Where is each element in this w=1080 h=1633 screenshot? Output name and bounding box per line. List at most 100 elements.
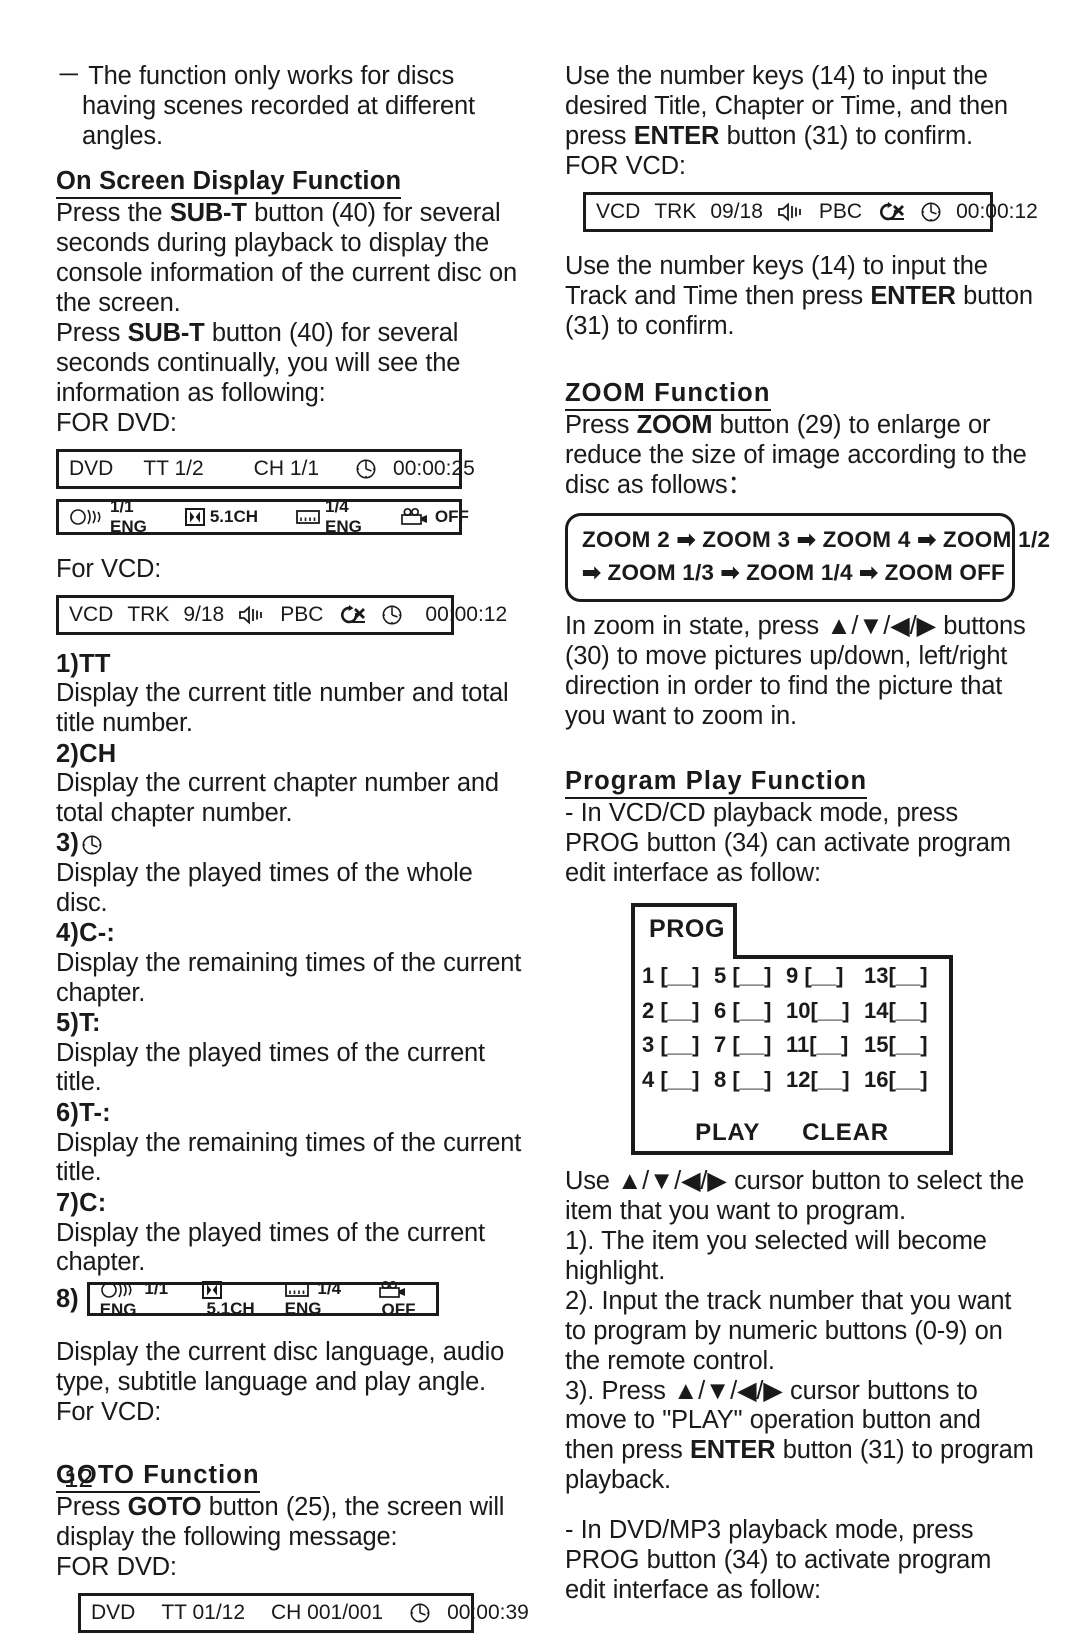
goto-button-ref: GOTO bbox=[127, 1493, 202, 1522]
prog-edit-panel: PROG 1 [__] 5 [__] 9 [__] 13[__] 2 [__] … bbox=[631, 902, 953, 1155]
prog-slot-1[interactable]: 1 [__] bbox=[642, 959, 714, 994]
osd-channels-segment: 5.1CH bbox=[184, 507, 258, 527]
osd-item-2-desc: Display the current chapter number and t… bbox=[56, 768, 499, 827]
osd-item-8-row: 8) 1/1 ENG 5.1CH 1/4 ENG OFF bbox=[56, 1279, 526, 1319]
osd-vcd-disc-type: VCD bbox=[69, 602, 114, 626]
section-heading-program: Program Play Function bbox=[565, 766, 868, 799]
program-paragraph-last: - In DVD/MP3 playback mode, press PROG b… bbox=[565, 1516, 992, 1605]
osd-item-5-desc: Display the played times of the current … bbox=[56, 1038, 485, 1097]
left-column: － The function only works for discs havi… bbox=[56, 62, 529, 1633]
prog-row: 2 [__] 6 [__] 10[__] 14[__] bbox=[631, 994, 953, 1029]
goto-disc-type: DVD bbox=[91, 1601, 136, 1625]
prog-slot-4[interactable]: 4 [__] bbox=[642, 1063, 714, 1098]
page-number: 12 bbox=[64, 1463, 93, 1493]
prog-slot-2[interactable]: 2 [__] bbox=[642, 994, 714, 1029]
section-heading-osd: On Screen Display Function bbox=[56, 166, 402, 199]
dolby-digital-icon bbox=[184, 507, 205, 527]
camera-angle-icon bbox=[378, 1279, 408, 1298]
right-column: Use the number keys (14) to input the de… bbox=[565, 62, 1050, 1606]
vcd2-time: 00:00:12 bbox=[956, 199, 1038, 223]
goto-chapter-field: CH 001/001 bbox=[271, 1601, 384, 1625]
osd-paragraph-1: Press the SUB-T button (40) for several … bbox=[56, 199, 526, 319]
clock-icon bbox=[409, 1602, 431, 1624]
subtitle-icon bbox=[284, 1279, 314, 1298]
prog-slot-10[interactable]: 10[__] bbox=[786, 994, 864, 1029]
for-dvd-label: FOR DVD: bbox=[56, 408, 177, 437]
osd-chapter-field: CH 1/1 bbox=[253, 456, 320, 480]
for-vcd-label: For VCD: bbox=[56, 554, 162, 583]
osd-goto-dvd-box: DVD TT 01/12 CH 001/001 00:00:39 bbox=[78, 1593, 529, 1633]
program-step-3: 3). Press ▲/▼/◀/▶ cursor buttons to move… bbox=[565, 1377, 1035, 1497]
osd-audio-track: 1/1 ENG bbox=[110, 496, 147, 536]
prog-slot-7[interactable]: 7 [__] bbox=[714, 1028, 786, 1063]
prog-slot-grid: 1 [__] 5 [__] 9 [__] 13[__] 2 [__] 6 [__… bbox=[631, 959, 953, 1098]
vcd2-disc-type: VCD bbox=[596, 199, 641, 223]
osd-audio-segment-2: 1/1 ENG bbox=[100, 1279, 173, 1320]
osd-item-7-desc: Display the played times of the current … bbox=[56, 1218, 485, 1277]
osd-item-4-label: 4)C-: bbox=[56, 919, 116, 948]
prog-slot-8[interactable]: 8 [__] bbox=[714, 1063, 786, 1098]
osd-p1-part-a: Press the bbox=[56, 198, 170, 227]
osd-subtitle-track: 1/4 ENG bbox=[325, 496, 362, 536]
osd-dvd-status-box: DVD TT 1/2 CH 1/1 00:00:25 bbox=[56, 448, 475, 489]
zoom-paragraph: Press ZOOM button (29) to enlarge or red… bbox=[565, 411, 1035, 501]
goto-time-field: 00:00:39 bbox=[447, 1601, 529, 1625]
osd-angle-segment-2: OFF bbox=[378, 1279, 426, 1320]
dolby-digital-icon bbox=[202, 1279, 223, 1299]
osd-subtitle-segment-2: 1/4 ENG bbox=[285, 1279, 350, 1319]
clock-icon bbox=[355, 458, 377, 480]
osd-vcd-goto-box: VCD TRK 09/18 PBC 00:00:12 bbox=[583, 191, 1038, 232]
osd-item-7-label: 7)C: bbox=[56, 1189, 107, 1218]
prog-slot-11[interactable]: 11[__] bbox=[786, 1028, 864, 1063]
osd-item-3-label: 3) bbox=[56, 828, 526, 858]
prog-slot-3[interactable]: 3 [__] bbox=[642, 1028, 714, 1063]
prog-slot-12[interactable]: 12[__] bbox=[786, 1063, 864, 1098]
prog-slot-15[interactable]: 15[__] bbox=[864, 1028, 942, 1063]
clock-icon bbox=[79, 829, 103, 857]
prog-row: 4 [__] 8 [__] 12[__] 16[__] bbox=[631, 1063, 953, 1098]
osd-elapsed-time: 00:00:25 bbox=[393, 456, 475, 480]
prog-action-row: PLAY CLEAR bbox=[631, 1119, 953, 1147]
goto-title-field: TT 01/12 bbox=[161, 1601, 246, 1625]
audio-speaker-icon bbox=[100, 1279, 141, 1298]
prog-slot-16[interactable]: 16[__] bbox=[864, 1063, 942, 1098]
osd-angle-state-2: OFF bbox=[381, 1299, 416, 1319]
prog-slot-5[interactable]: 5 [__] bbox=[714, 959, 786, 994]
osd-disc-type: DVD bbox=[69, 456, 114, 480]
program-paragraph-1: - In VCD/CD playback mode, press PROG bu… bbox=[565, 799, 1011, 887]
program-step-2: 2). Input the track number that you want… bbox=[565, 1286, 1012, 1375]
goto-paragraph: Press GOTO button (25), the screen will … bbox=[56, 1493, 526, 1553]
prog-slot-14[interactable]: 14[__] bbox=[864, 994, 942, 1029]
zoom-button-ref: ZOOM bbox=[636, 410, 713, 439]
osd-vcd-status-box: VCD TRK 9/18 PBC 00:00:12 bbox=[56, 594, 507, 635]
prog-slot-6[interactable]: 6 [__] bbox=[714, 994, 786, 1029]
osd-item-1-desc: Display the current title number and tot… bbox=[56, 678, 509, 737]
audio-speaker-icon bbox=[69, 506, 105, 527]
prog-row: 1 [__] 5 [__] 9 [__] 13[__] bbox=[631, 959, 953, 994]
vcd2-pbc: PBC bbox=[818, 199, 863, 223]
osd-item-4-desc: Display the remaining times of the curre… bbox=[56, 948, 522, 1007]
clear-button[interactable]: CLEAR bbox=[802, 1119, 889, 1147]
prog-slot-13[interactable]: 13[__] bbox=[864, 959, 942, 994]
right-p1-c: button (31) to confirm. bbox=[719, 121, 974, 150]
osd-item-5-label: 5)T: bbox=[56, 1009, 101, 1038]
osd-title-field: TT 1/2 bbox=[143, 456, 204, 480]
play-button[interactable]: PLAY bbox=[695, 1119, 760, 1147]
osd-channels-segment-2: 5.1CH bbox=[202, 1279, 255, 1319]
enter-button-ref: ENTER bbox=[633, 121, 720, 150]
right-paragraph-1: Use the number keys (14) to input the de… bbox=[565, 62, 1035, 152]
osd-item-1-label: 1)TT bbox=[56, 649, 111, 678]
program-use-paragraph: Use ▲/▼/◀/▶ cursor button to select the … bbox=[565, 1166, 1025, 1225]
clock-icon bbox=[381, 604, 403, 626]
osd-item-8-label: 8) bbox=[56, 1284, 79, 1313]
goto-for-dvd-label: FOR DVD: bbox=[56, 1553, 177, 1582]
right-paragraph-2: Use the number keys (14) to input the Tr… bbox=[565, 252, 1035, 342]
prog-row: 3 [__] 7 [__] 11[__] 15[__] bbox=[631, 1028, 953, 1063]
prog-slot-9[interactable]: 9 [__] bbox=[786, 959, 864, 994]
osd-item-8-desc: Display the current disc language, audio… bbox=[56, 1338, 505, 1397]
vcd2-track: 09/18 bbox=[710, 199, 763, 223]
subtitle-icon bbox=[296, 507, 320, 527]
osd-item-8-forvcd: For VCD: bbox=[56, 1398, 162, 1427]
intro-note: － The function only works for discs havi… bbox=[56, 62, 475, 150]
osd-paragraph-2: Press SUB-T button (40) for several seco… bbox=[56, 319, 526, 409]
